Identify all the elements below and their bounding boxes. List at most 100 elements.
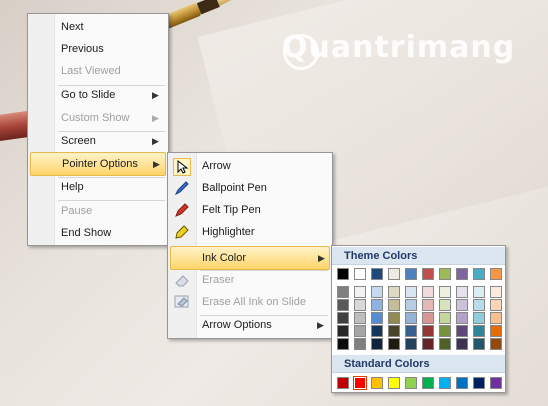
submenu-arrow-icon: ▶	[152, 90, 159, 100]
theme-shade-swatch[interactable]	[388, 299, 400, 311]
ballpoint-pen-icon	[174, 180, 190, 196]
theme-shade-swatch[interactable]	[405, 286, 417, 298]
pointer-options-submenu: Arrow Ballpoint Pen Felt Tip Pen Highlig…	[167, 152, 333, 339]
theme-shade-swatch[interactable]	[473, 286, 485, 298]
theme-shade-swatch[interactable]	[490, 286, 502, 298]
submenu-arrow-icon: ▶	[318, 253, 325, 263]
menu-item-eraser: Eraser	[170, 269, 328, 291]
theme-shade-swatch[interactable]	[337, 338, 349, 350]
theme-shade-swatch[interactable]	[405, 299, 417, 311]
standard-color-swatch[interactable]	[439, 377, 451, 389]
theme-shade-swatch[interactable]	[405, 312, 417, 324]
menu-item-end-show[interactable]: End Show	[61, 222, 165, 244]
theme-shade-swatch[interactable]	[439, 312, 451, 324]
theme-shade-swatch[interactable]	[388, 312, 400, 324]
standard-color-swatch[interactable]	[405, 377, 417, 389]
menu-item-arrow[interactable]: Arrow	[170, 155, 328, 177]
theme-shade-swatch[interactable]	[456, 286, 468, 298]
menu-item-previous[interactable]: Previous	[61, 38, 165, 60]
theme-shade-swatch[interactable]	[439, 299, 451, 311]
theme-color-swatch[interactable]	[439, 268, 451, 280]
theme-shade-swatch[interactable]	[422, 312, 434, 324]
theme-shade-swatch[interactable]	[354, 299, 366, 311]
submenu-arrow-icon: ▶	[317, 320, 324, 330]
theme-shade-swatch[interactable]	[456, 325, 468, 337]
menu-item-felt-tip-pen[interactable]: Felt Tip Pen	[170, 199, 328, 221]
menu-item-go-to-slide[interactable]: Go to Slide ▶	[61, 84, 165, 106]
theme-shade-swatch[interactable]	[354, 312, 366, 324]
theme-shade-swatch[interactable]	[439, 286, 451, 298]
theme-shade-swatch[interactable]	[388, 338, 400, 350]
theme-color-swatch[interactable]	[490, 268, 502, 280]
standard-color-swatch[interactable]	[337, 377, 349, 389]
theme-shade-swatch[interactable]	[490, 338, 502, 350]
theme-shade-swatch[interactable]	[473, 338, 485, 350]
menu-item-ballpoint-pen[interactable]: Ballpoint Pen	[170, 177, 328, 199]
theme-colors-heading: Theme Colors	[332, 247, 505, 265]
standard-colors-heading: Standard Colors	[332, 355, 505, 373]
menu-item-last-viewed: Last Viewed	[61, 65, 121, 77]
standard-color-swatch[interactable]	[353, 376, 367, 390]
menu-item-ink-color[interactable]: Ink Color ▶	[170, 246, 330, 270]
theme-shade-swatch[interactable]	[473, 312, 485, 324]
theme-shade-swatch[interactable]	[405, 338, 417, 350]
theme-shade-swatch[interactable]	[490, 312, 502, 324]
theme-shade-swatch[interactable]	[422, 338, 434, 350]
menu-item-next[interactable]: Next	[61, 16, 165, 38]
theme-shade-swatch[interactable]	[405, 325, 417, 337]
theme-shade-swatch[interactable]	[371, 325, 383, 337]
theme-shade-swatch[interactable]	[371, 312, 383, 324]
theme-shade-swatch[interactable]	[422, 286, 434, 298]
theme-shade-swatch[interactable]	[473, 325, 485, 337]
erase-all-ink-icon	[174, 294, 190, 310]
menu-item-highlighter[interactable]: Highlighter	[170, 221, 328, 243]
theme-color-swatch[interactable]	[473, 268, 485, 280]
theme-shade-swatch[interactable]	[422, 325, 434, 337]
menu-item-pointer-options[interactable]: Pointer Options ▶	[30, 152, 166, 176]
theme-shade-swatch[interactable]	[473, 299, 485, 311]
theme-shade-swatch[interactable]	[371, 286, 383, 298]
theme-color-swatch[interactable]	[337, 268, 349, 280]
theme-shade-swatch[interactable]	[337, 286, 349, 298]
theme-shade-swatch[interactable]	[388, 325, 400, 337]
theme-shade-swatch[interactable]	[337, 312, 349, 324]
theme-shade-swatch[interactable]	[371, 338, 383, 350]
theme-shade-swatch[interactable]	[456, 299, 468, 311]
theme-color-swatch[interactable]	[456, 268, 468, 280]
theme-shade-swatch[interactable]	[439, 325, 451, 337]
standard-color-swatch[interactable]	[371, 377, 383, 389]
theme-shade-swatch[interactable]	[354, 325, 366, 337]
menu-item-erase-all-ink: Erase All Ink on Slide	[170, 291, 328, 313]
theme-shade-swatch[interactable]	[388, 286, 400, 298]
menu-item-pause: Pause	[61, 205, 93, 217]
theme-color-swatch[interactable]	[405, 268, 417, 280]
theme-shade-swatch[interactable]	[371, 299, 383, 311]
ink-color-palette: Theme Colors Standard Colors	[331, 245, 506, 393]
menu-item-custom-show: Custom Show ▶	[61, 107, 165, 129]
submenu-arrow-icon: ▶	[153, 159, 160, 169]
theme-shade-swatch[interactable]	[439, 338, 451, 350]
theme-shade-swatch[interactable]	[490, 325, 502, 337]
standard-color-swatch[interactable]	[473, 377, 485, 389]
standard-color-swatch[interactable]	[456, 377, 468, 389]
arrow-pointer-icon	[173, 158, 191, 176]
standard-color-swatch[interactable]	[388, 377, 400, 389]
submenu-arrow-icon: ▶	[152, 136, 159, 146]
standard-color-swatch[interactable]	[490, 377, 502, 389]
menu-item-help[interactable]: Help	[61, 176, 165, 198]
theme-shade-swatch[interactable]	[337, 325, 349, 337]
standard-color-swatch[interactable]	[422, 377, 434, 389]
theme-shade-swatch[interactable]	[456, 338, 468, 350]
theme-shade-swatch[interactable]	[422, 299, 434, 311]
theme-shade-swatch[interactable]	[354, 286, 366, 298]
menu-item-arrow-options[interactable]: Arrow Options ▶	[170, 314, 328, 336]
theme-shade-swatch[interactable]	[490, 299, 502, 311]
theme-color-swatch[interactable]	[422, 268, 434, 280]
theme-shade-swatch[interactable]	[337, 299, 349, 311]
menu-item-screen[interactable]: Screen ▶	[61, 130, 165, 152]
theme-color-swatch[interactable]	[388, 268, 400, 280]
theme-color-swatch[interactable]	[354, 268, 366, 280]
theme-color-swatch[interactable]	[371, 268, 383, 280]
theme-shade-swatch[interactable]	[354, 338, 366, 350]
theme-shade-swatch[interactable]	[456, 312, 468, 324]
